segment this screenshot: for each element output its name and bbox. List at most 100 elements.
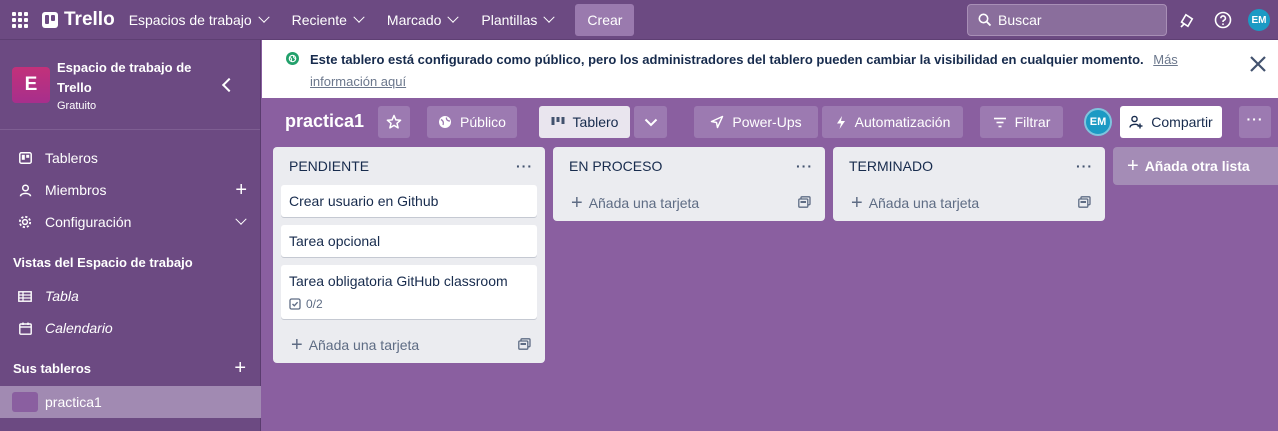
nav-recent-label: Reciente (291, 11, 347, 28)
nav-starred[interactable]: Marcado (386, 4, 460, 36)
list-menu-icon[interactable]: ··· (796, 158, 813, 174)
list-title[interactable]: PENDIENTE (289, 158, 369, 174)
checklist-icon (289, 298, 301, 310)
globe-icon (439, 116, 452, 128)
globe-icon (286, 52, 299, 65)
sidebar-item-label: Miembros (45, 182, 107, 198)
workspace-badge: E (12, 66, 50, 103)
view-switcher-button[interactable]: Tablero (539, 106, 630, 138)
sidebar-item-label: Tableros (45, 150, 98, 166)
add-card-button[interactable]: + Añada una tarjeta (273, 327, 545, 363)
sidebar-item-settings[interactable]: Configuración (0, 206, 261, 238)
plus-icon: + (291, 334, 303, 356)
view-dropdown-button[interactable] (634, 106, 667, 138)
add-card-label: Añada una tarjeta (308, 337, 420, 353)
board-icon (18, 151, 32, 165)
visibility-button[interactable]: Público (427, 106, 517, 138)
trello-logo-text: Trello (64, 8, 115, 30)
power-ups-button[interactable]: Power-Ups (694, 106, 818, 138)
sidebar-item-table[interactable]: Tabla (0, 280, 261, 312)
close-icon[interactable] (1248, 54, 1268, 74)
app-switcher-icon[interactable] (0, 0, 40, 40)
card-title: Tarea obligatoria GitHub classroom (289, 273, 508, 289)
star-icon (386, 114, 402, 129)
list-menu-icon[interactable]: ··· (1076, 158, 1093, 174)
card-template-icon[interactable] (798, 196, 811, 208)
table-icon (18, 289, 32, 303)
chevron-down-icon[interactable] (235, 213, 247, 225)
card[interactable]: Crear usuario en Github (281, 185, 537, 217)
create-button[interactable]: Crear (575, 3, 635, 36)
add-list-button[interactable]: + Añada otra lista (1113, 147, 1278, 185)
search-input[interactable]: Buscar (967, 4, 1167, 36)
filter-icon (993, 117, 1006, 127)
card[interactable]: Tarea opcional (281, 225, 537, 257)
search-icon (978, 13, 992, 27)
sidebar: E Espacio de trabajo de Trello Gratuito … (0, 40, 261, 431)
visibility-banner: Este tablero está configurado como públi… (262, 40, 1278, 98)
checklist-badge: 0/2 (289, 297, 529, 311)
visibility-label: Público (460, 114, 506, 130)
calendar-icon (18, 321, 32, 335)
nav-recent[interactable]: Reciente (291, 4, 365, 36)
list-menu-icon[interactable]: ··· (516, 158, 533, 174)
board-thumbnail (12, 392, 38, 412)
add-card-button[interactable]: + Añada una tarjeta (553, 185, 825, 221)
sidebar-item-label: Configuración (45, 214, 132, 230)
chevron-down-icon (543, 11, 556, 23)
board-title[interactable]: practica1 (285, 111, 364, 132)
star-board-button[interactable] (378, 106, 410, 138)
nav-workspaces[interactable]: Espacios de trabajo (128, 4, 270, 36)
add-card-label: Añada una tarjeta (588, 195, 700, 211)
trello-logo[interactable]: Trello (42, 9, 115, 31)
nav-starred-label: Marcado (386, 11, 442, 28)
power-ups-label: Power-Ups (732, 114, 802, 130)
card-template-icon[interactable] (518, 338, 531, 350)
chevron-down-icon (447, 11, 460, 23)
checklist-count: 0/2 (306, 297, 323, 311)
filter-button[interactable]: Filtrar (980, 106, 1063, 138)
person-icon (18, 183, 32, 197)
list-title[interactable]: EN PROCESO (569, 158, 662, 174)
view-label: Tablero (572, 114, 619, 130)
add-list-label: Añada otra lista (1144, 158, 1250, 174)
add-member-icon[interactable]: + (235, 180, 247, 200)
share-button[interactable]: Compartir (1120, 106, 1222, 138)
filter-label: Filtrar (1014, 114, 1051, 130)
chevron-down-icon (644, 118, 657, 126)
list-en-proceso: EN PROCESO ··· + Añada una tarjeta (553, 147, 825, 221)
board-menu-button[interactable]: ··· (1239, 106, 1271, 138)
board-view-icon (551, 117, 565, 125)
notifications-icon[interactable] (1175, 8, 1199, 32)
add-board-icon[interactable]: + (234, 358, 246, 378)
lightning-icon (836, 115, 845, 129)
trello-logo-icon (42, 11, 58, 28)
sidebar-board-practica1[interactable]: practica1 (0, 386, 261, 418)
add-card-label: Añada una tarjeta (868, 195, 980, 211)
list-pendiente: PENDIENTE ··· Crear usuario en Github Ta… (273, 147, 545, 363)
nav-templates[interactable]: Plantillas (481, 4, 556, 36)
top-navigation-bar: Trello Espacios de trabajo Reciente Marc… (0, 0, 1278, 40)
workspace-plan: Gratuito (57, 99, 97, 112)
plus-icon: + (1127, 154, 1139, 177)
share-label: Compartir (1151, 114, 1213, 130)
more-icon: ··· (1246, 111, 1264, 127)
nav-workspaces-label: Espacios de trabajo (128, 11, 252, 28)
automation-button[interactable]: Automatización (822, 106, 963, 138)
sidebar-item-boards[interactable]: Tableros (0, 142, 261, 174)
card-title: Crear usuario en Github (289, 193, 439, 209)
gear-icon (18, 215, 32, 229)
sidebar-item-members[interactable]: Miembros + (0, 174, 261, 206)
workspace-name: Espacio de trabajo de Trello (57, 59, 192, 95)
list-title[interactable]: TERMINADO (849, 158, 933, 174)
add-card-button[interactable]: + Añada una tarjeta (833, 185, 1105, 221)
card[interactable]: Tarea obligatoria GitHub classroom 0/2 (281, 265, 537, 319)
user-avatar[interactable]: EM (1248, 9, 1270, 31)
card-template-icon[interactable] (1078, 196, 1091, 208)
views-heading: Vistas del Espacio de trabajo (13, 255, 193, 270)
board-member-avatar[interactable]: EM (1084, 108, 1112, 136)
sidebar-item-label: Calendario (45, 320, 113, 336)
boards-heading: Sus tableros (13, 361, 92, 376)
sidebar-item-calendar[interactable]: Calendario (0, 312, 261, 344)
help-icon[interactable] (1211, 8, 1235, 32)
